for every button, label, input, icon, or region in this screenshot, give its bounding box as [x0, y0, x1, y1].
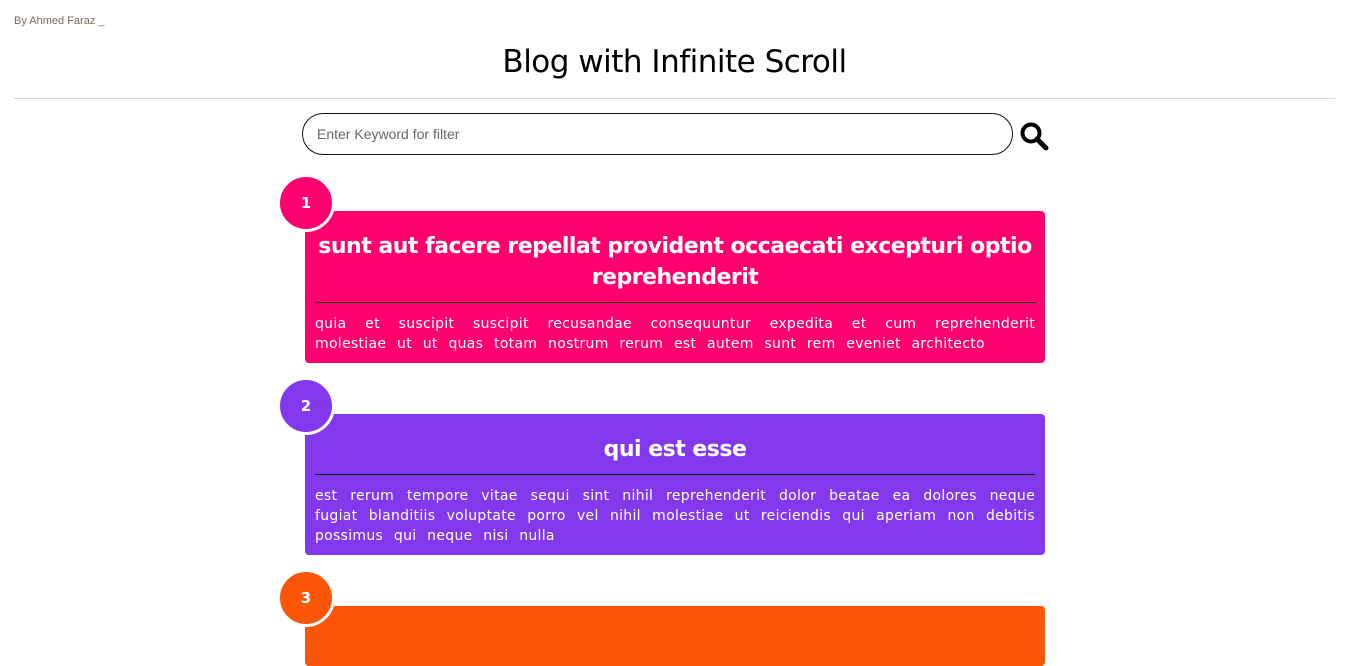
- divider: [14, 98, 1335, 99]
- post-number: 3: [277, 569, 335, 627]
- post-title: sunt aut facere repellat provident occae…: [315, 211, 1035, 303]
- post-body: est rerum tempore vitae sequi sint nihil…: [315, 488, 1035, 544]
- author-credit: By Ahmed Faraz _: [14, 15, 105, 27]
- post-number: 1: [277, 174, 335, 232]
- post-body: quia et suscipit suscipit recusandae con…: [315, 316, 1035, 352]
- post-card: 3: [277, 569, 1045, 666]
- post-card: 2 qui est esse est rerum tempore vitae s…: [277, 377, 1045, 555]
- page-title: Blog with Infinite Scroll: [502, 44, 847, 80]
- filter-search-input[interactable]: [302, 113, 1013, 155]
- post-title: qui est esse: [315, 414, 1035, 475]
- search-icon[interactable]: [1019, 121, 1049, 151]
- post-card: 1 sunt aut facere repellat provident occ…: [277, 174, 1045, 363]
- post-number: 2: [277, 377, 335, 435]
